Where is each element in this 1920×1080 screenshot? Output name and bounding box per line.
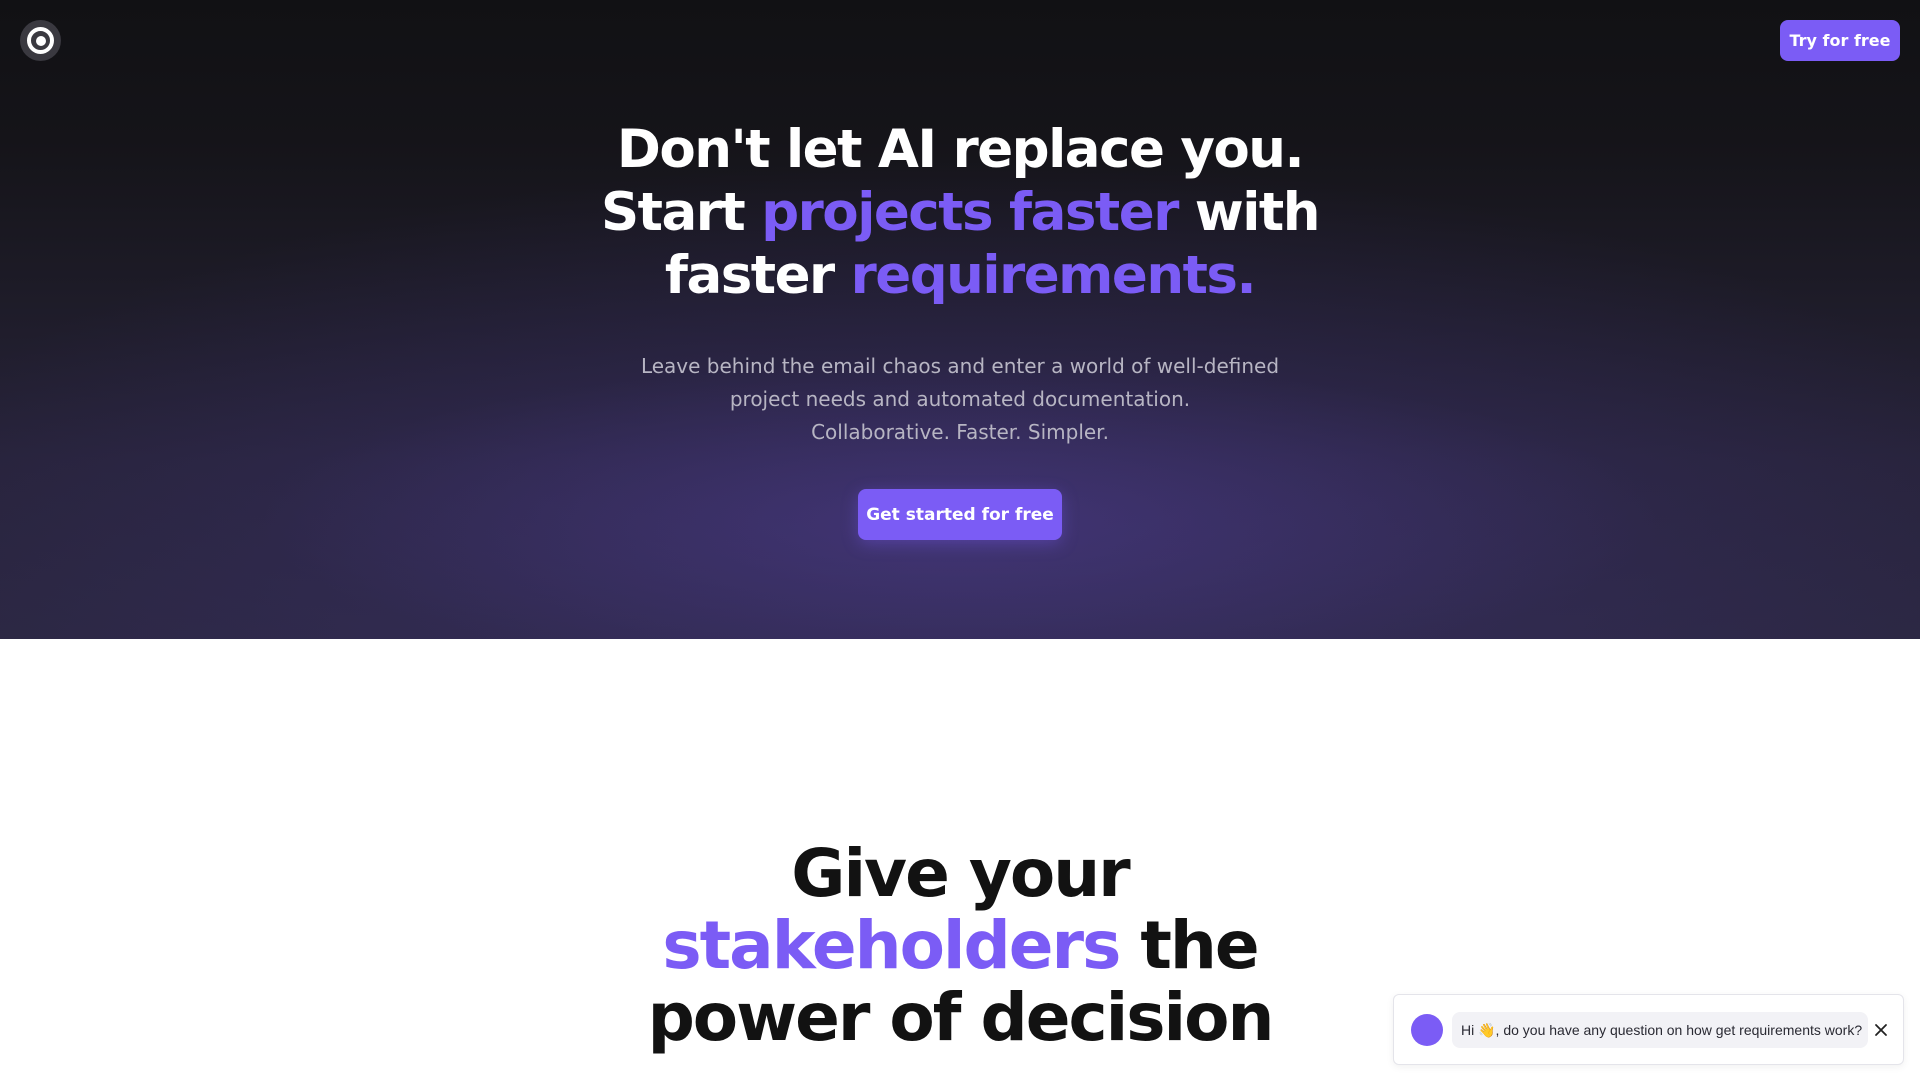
headline-line-1: Don't let AI replace you.	[616, 119, 1305, 180]
headline-accent-requirements: requirements.	[850, 245, 1257, 306]
get-started-button[interactable]: Get started for free	[858, 489, 1062, 540]
headline-line-2-post: with	[1177, 182, 1321, 243]
section-title-line-2-post: the	[1119, 907, 1259, 984]
chat-message[interactable]: Hi 👋, do you have any question on how ge…	[1452, 1012, 1868, 1048]
section-title-line-2: stakeholders the	[560, 910, 1360, 982]
chat-avatar	[1411, 1014, 1443, 1046]
headline-line-3-pre: faster	[664, 245, 851, 306]
close-icon-glyph	[1875, 1024, 1887, 1036]
section-title-accent-stakeholders: stakeholders	[662, 907, 1121, 984]
subtext-line-3: Collaborative. Faster. Simpler.	[811, 420, 1109, 444]
hero-headline: Don't let AI replace you. Start projects…	[560, 118, 1360, 307]
headline-accent-projects-faster: projects faster	[761, 182, 1179, 243]
hero-subtext: Leave behind the email chaos and enter a…	[560, 350, 1360, 449]
headline-line-3: faster requirements.	[560, 244, 1360, 307]
chat-widget[interactable]: Hi 👋, do you have any question on how ge…	[1393, 994, 1904, 1065]
hero-section: Try for free Don't let AI replace you. S…	[0, 0, 1920, 639]
close-icon[interactable]	[1870, 1019, 1892, 1041]
subtext-line-1: Leave behind the email chaos and enter a…	[640, 354, 1280, 378]
logo-dot	[35, 35, 46, 46]
subtext-line-2: project needs and automated documentatio…	[729, 387, 1191, 411]
section-title-line-3: power of decision	[647, 979, 1275, 1056]
section-title: Give your stakeholders the power of deci…	[560, 838, 1360, 1054]
logo-ring	[27, 27, 54, 54]
logo-icon[interactable]	[20, 20, 61, 61]
try-for-free-button[interactable]: Try for free	[1780, 20, 1900, 61]
section-title-line-1: Give your	[791, 835, 1130, 912]
headline-line-2: Start projects faster with	[560, 181, 1360, 244]
headline-line-2-pre: Start	[601, 182, 762, 243]
